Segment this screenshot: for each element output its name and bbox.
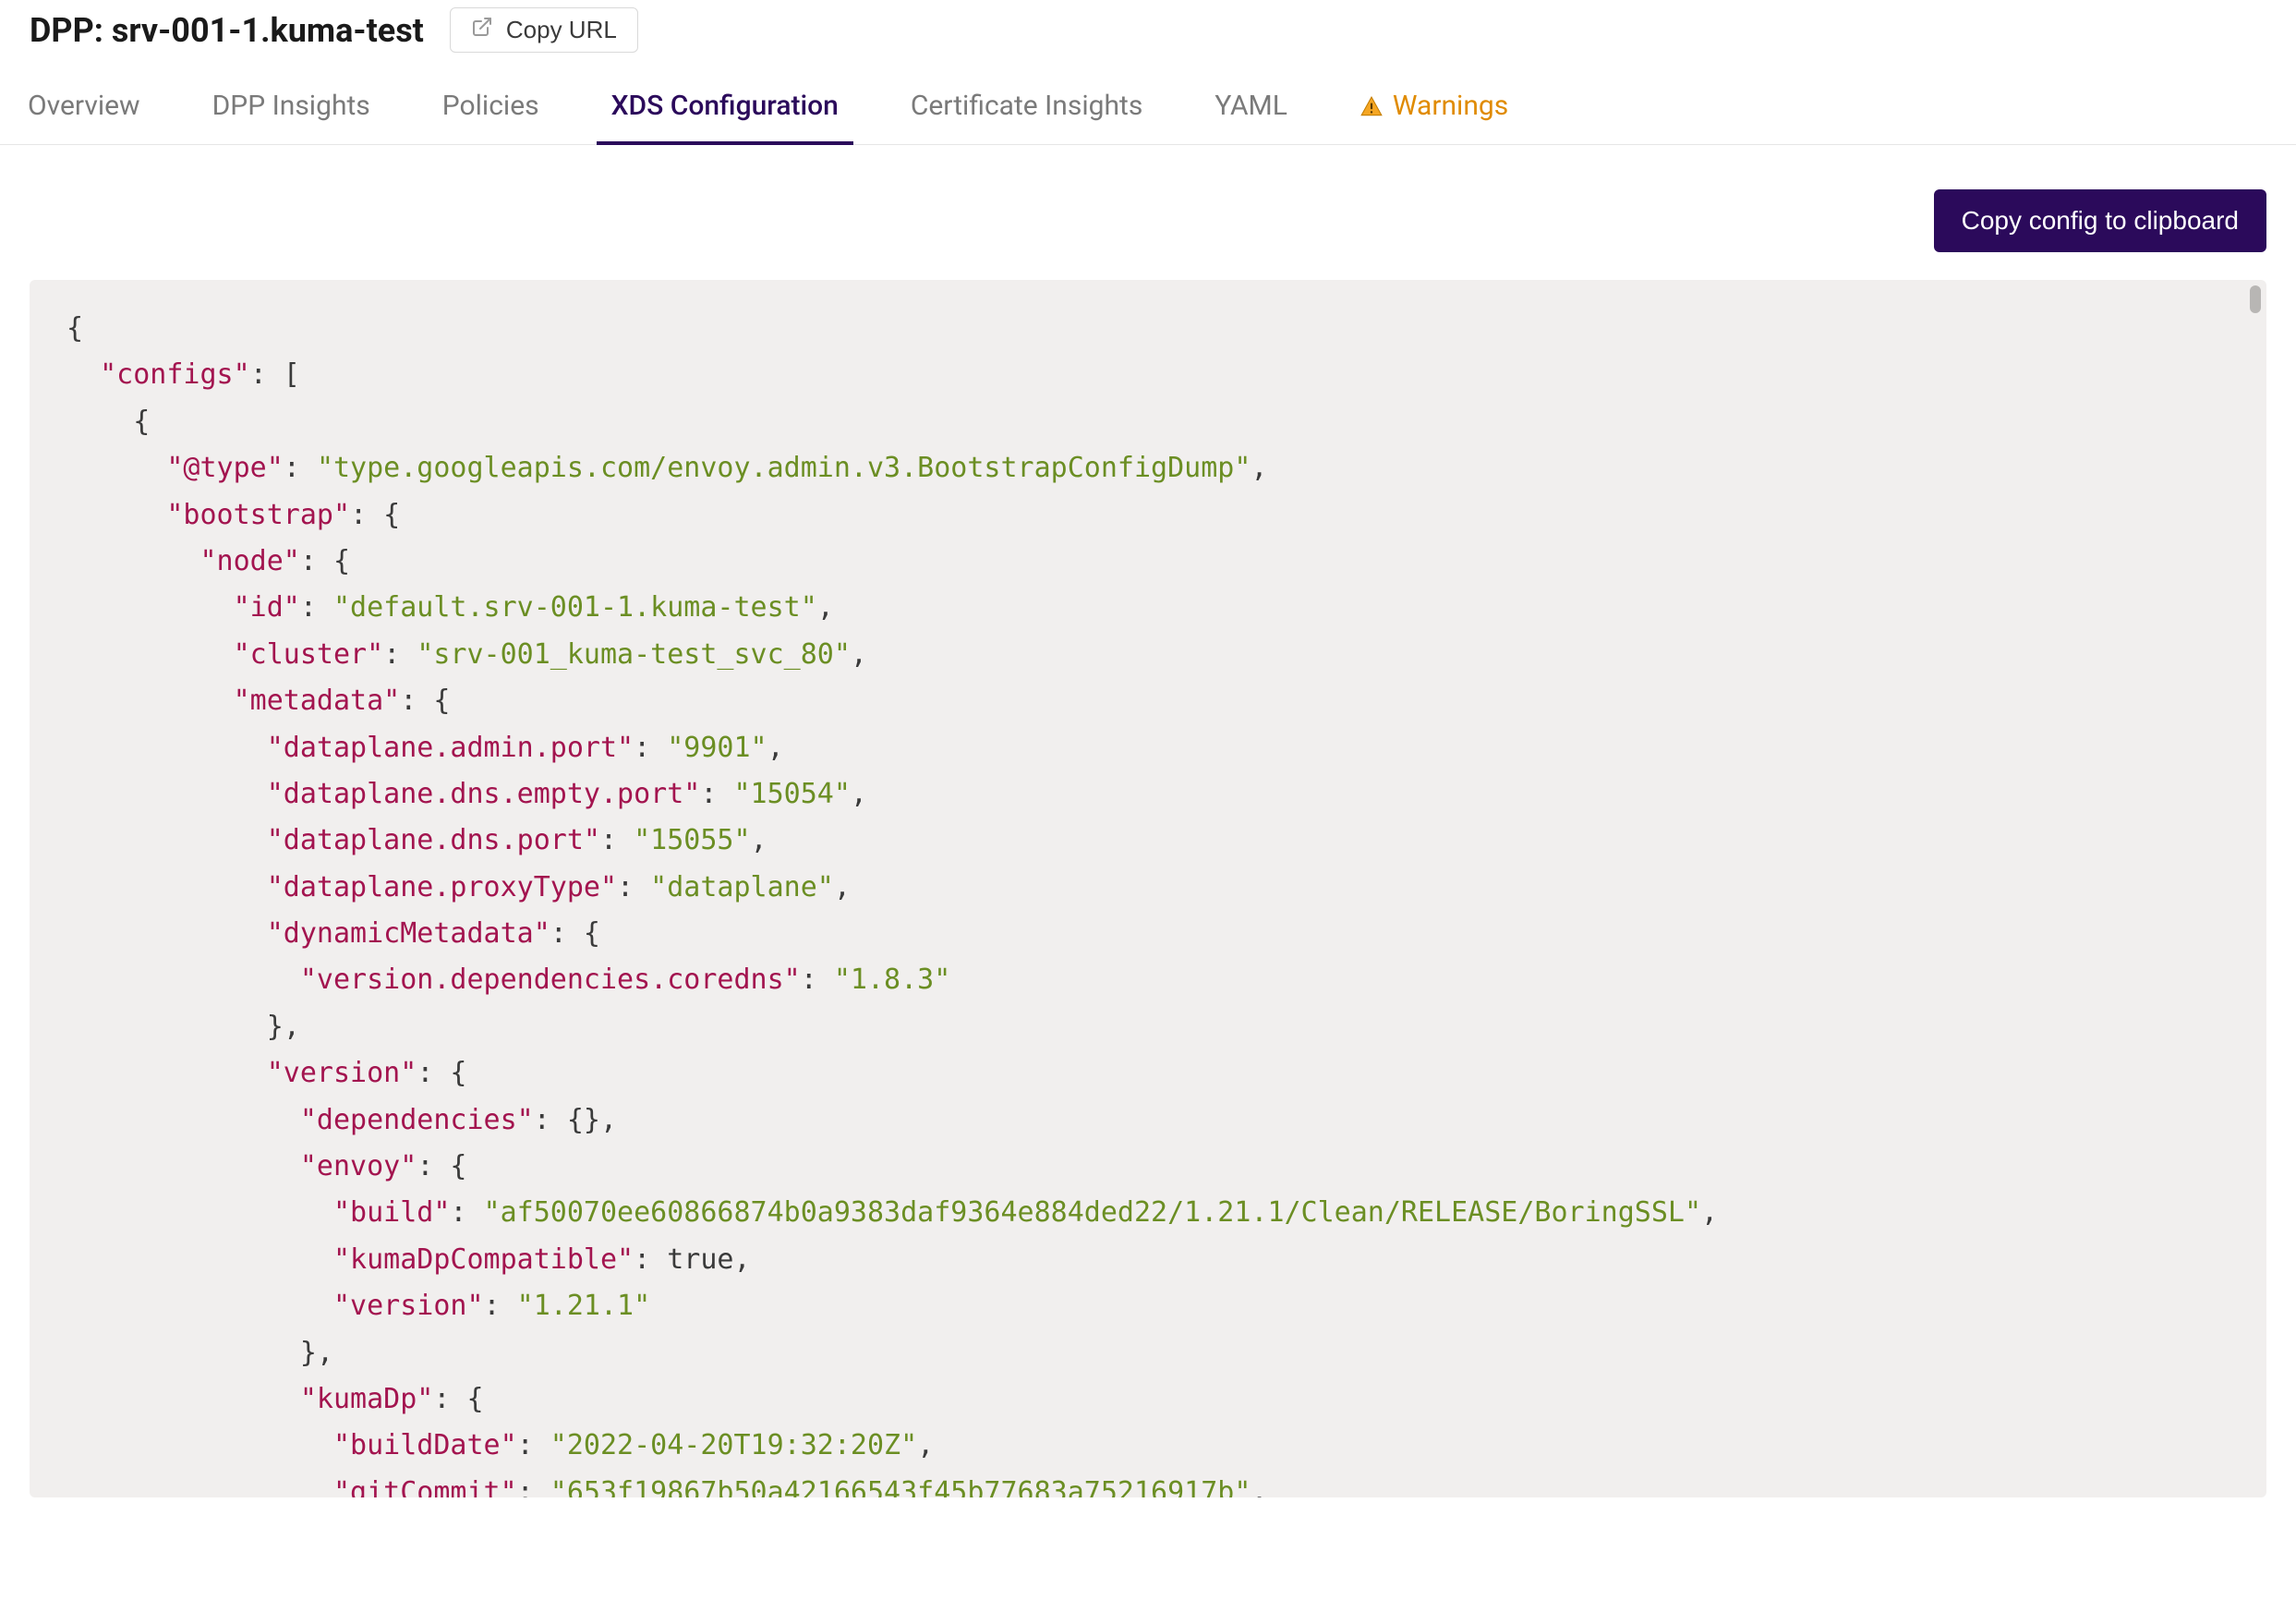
tab-xds-configuration[interactable]: XDS Configuration (608, 73, 842, 144)
copy-config-button[interactable]: Copy config to clipboard (1934, 189, 2266, 252)
tab-certificate-insights[interactable]: Certificate Insights (907, 73, 1146, 144)
external-link-icon (471, 16, 493, 44)
warning-icon (1359, 94, 1384, 118)
tab-warnings[interactable]: Warnings (1356, 73, 1512, 144)
tab-warnings-label: Warnings (1393, 90, 1508, 122)
tab-overview[interactable]: Overview (24, 73, 144, 144)
copy-url-label: Copy URL (506, 16, 617, 44)
config-json-block[interactable]: { "configs": [ { "@type": "type.googleap… (30, 280, 2266, 1497)
tab-yaml[interactable]: YAML (1211, 73, 1291, 144)
copy-url-button[interactable]: Copy URL (450, 7, 638, 53)
tab-policies[interactable]: Policies (439, 73, 543, 144)
page-title: DPP: srv-001-1.kuma-test (30, 11, 424, 50)
scrollbar-thumb[interactable] (2250, 285, 2261, 313)
tabs: Overview DPP Insights Policies XDS Confi… (0, 73, 2296, 145)
tab-dpp-insights[interactable]: DPP Insights (209, 73, 374, 144)
